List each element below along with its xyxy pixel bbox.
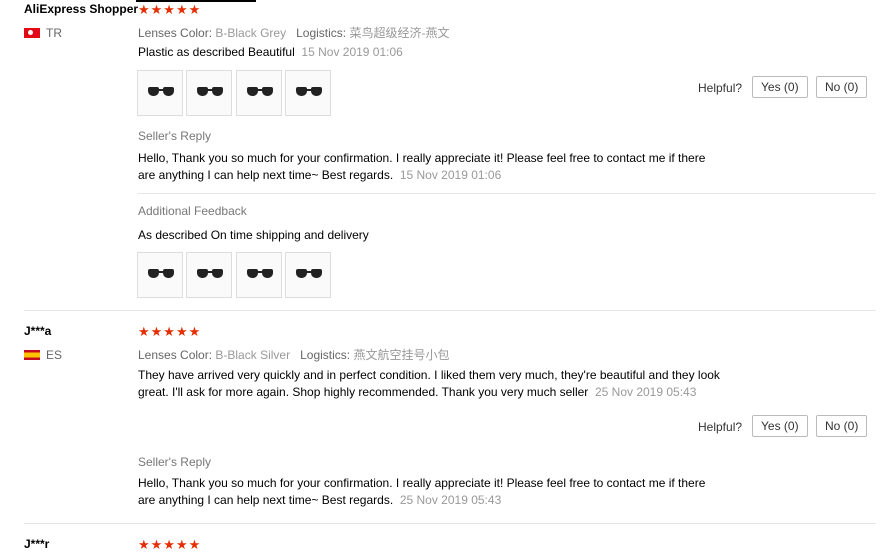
review-body: Plastic as described Beautiful (138, 45, 295, 59)
review-photo-3[interactable] (236, 70, 282, 116)
review-photo-2[interactable] (186, 70, 232, 116)
country-code: TR (46, 25, 62, 40)
additional-photo-3[interactable] (236, 252, 282, 298)
review-photo-4[interactable] (285, 70, 331, 116)
additional-feedback-text: As described On time shipping and delive… (138, 228, 369, 242)
review-body: great. I'll ask for more again. Shop hig… (138, 385, 589, 399)
additional-photo-1[interactable] (137, 252, 183, 298)
additional-feedback-title: Additional Feedback (138, 204, 247, 218)
review-date: 15 Nov 2019 01:06 (301, 45, 403, 59)
reviewer-country: ES (24, 347, 62, 362)
reviewer-country: TR (24, 25, 62, 40)
helpful-yes-button[interactable]: Yes (0) (752, 76, 808, 98)
rating-stars: ★★★★★ (138, 324, 202, 339)
seller-reply-text: Hello, Thank you so much for your confir… (138, 150, 705, 184)
additional-photo-2[interactable] (186, 252, 232, 298)
seller-reply-line-2: are anything I can help next time~ Best … (138, 492, 705, 509)
helpful-label: Helpful? (698, 81, 743, 95)
review-photo-1[interactable] (137, 70, 183, 116)
review-divider (24, 310, 876, 311)
helpful-no-button[interactable]: No (0) (816, 76, 868, 98)
review-text: Plastic as described Beautiful 15 Nov 20… (138, 44, 403, 61)
product-attributes: Lenses Color: B-Black Silver Logistics: … (138, 346, 449, 363)
country-code: ES (46, 347, 63, 362)
lenses-color-label: Lenses Color: (138, 26, 213, 40)
review-date: 25 Nov 2019 05:43 (594, 385, 697, 399)
helpful-no-button[interactable]: No (0) (816, 415, 868, 437)
review-text: They have arrived very quickly and in pe… (138, 367, 720, 401)
seller-reply-text: Hello, Thank you so much for your confir… (138, 475, 705, 509)
lenses-color-value: B-Black Silver (215, 348, 291, 362)
lenses-color-value: B-Black Grey (215, 26, 287, 40)
reviewer-name: AliExpress Shopper (24, 2, 139, 16)
seller-reply-line-2: are anything I can help next time~ Best … (138, 167, 705, 184)
rating-stars: ★★★★★ (138, 537, 202, 552)
seller-reply-line-1: Hello, Thank you so much for your confir… (138, 151, 706, 165)
turkey-flag-icon (24, 27, 40, 38)
seller-reply-title: Seller's Reply (138, 455, 211, 469)
review-line-2: great. I'll ask for more again. Shop hig… (138, 384, 720, 401)
logistics-value: 燕文航空挂号小包 (353, 348, 450, 362)
spain-flag-icon (24, 349, 40, 360)
seller-reply-date: 15 Nov 2019 01:06 (399, 168, 502, 182)
review-line-1: They have arrived very quickly and in pe… (138, 368, 720, 382)
logistics-label: Logistics: (300, 348, 351, 362)
section-divider (138, 193, 876, 194)
seller-reply-date: 25 Nov 2019 05:43 (399, 493, 502, 507)
product-attributes: Lenses Color: B-Black Grey Logistics: 菜鸟… (138, 24, 449, 41)
lenses-color-label: Lenses Color: (138, 348, 213, 362)
seller-reply-body: are anything I can help next time~ Best … (138, 493, 394, 507)
seller-reply-title: Seller's Reply (138, 129, 211, 143)
helpful-label: Helpful? (698, 420, 743, 434)
additional-photo-4[interactable] (285, 252, 331, 298)
helpful-yes-button[interactable]: Yes (0) (752, 415, 808, 437)
seller-reply-line-1: Hello, Thank you so much for your confir… (138, 476, 706, 490)
reviewer-name: J***a (24, 324, 52, 338)
logistics-label: Logistics: (296, 26, 347, 40)
review-divider (24, 523, 876, 524)
logistics-value: 菜鸟超级经济-燕文 (349, 26, 450, 40)
seller-reply-body: are anything I can help next time~ Best … (138, 168, 394, 182)
reviewer-name: J***r (24, 537, 50, 551)
rating-stars: ★★★★★ (138, 2, 202, 17)
